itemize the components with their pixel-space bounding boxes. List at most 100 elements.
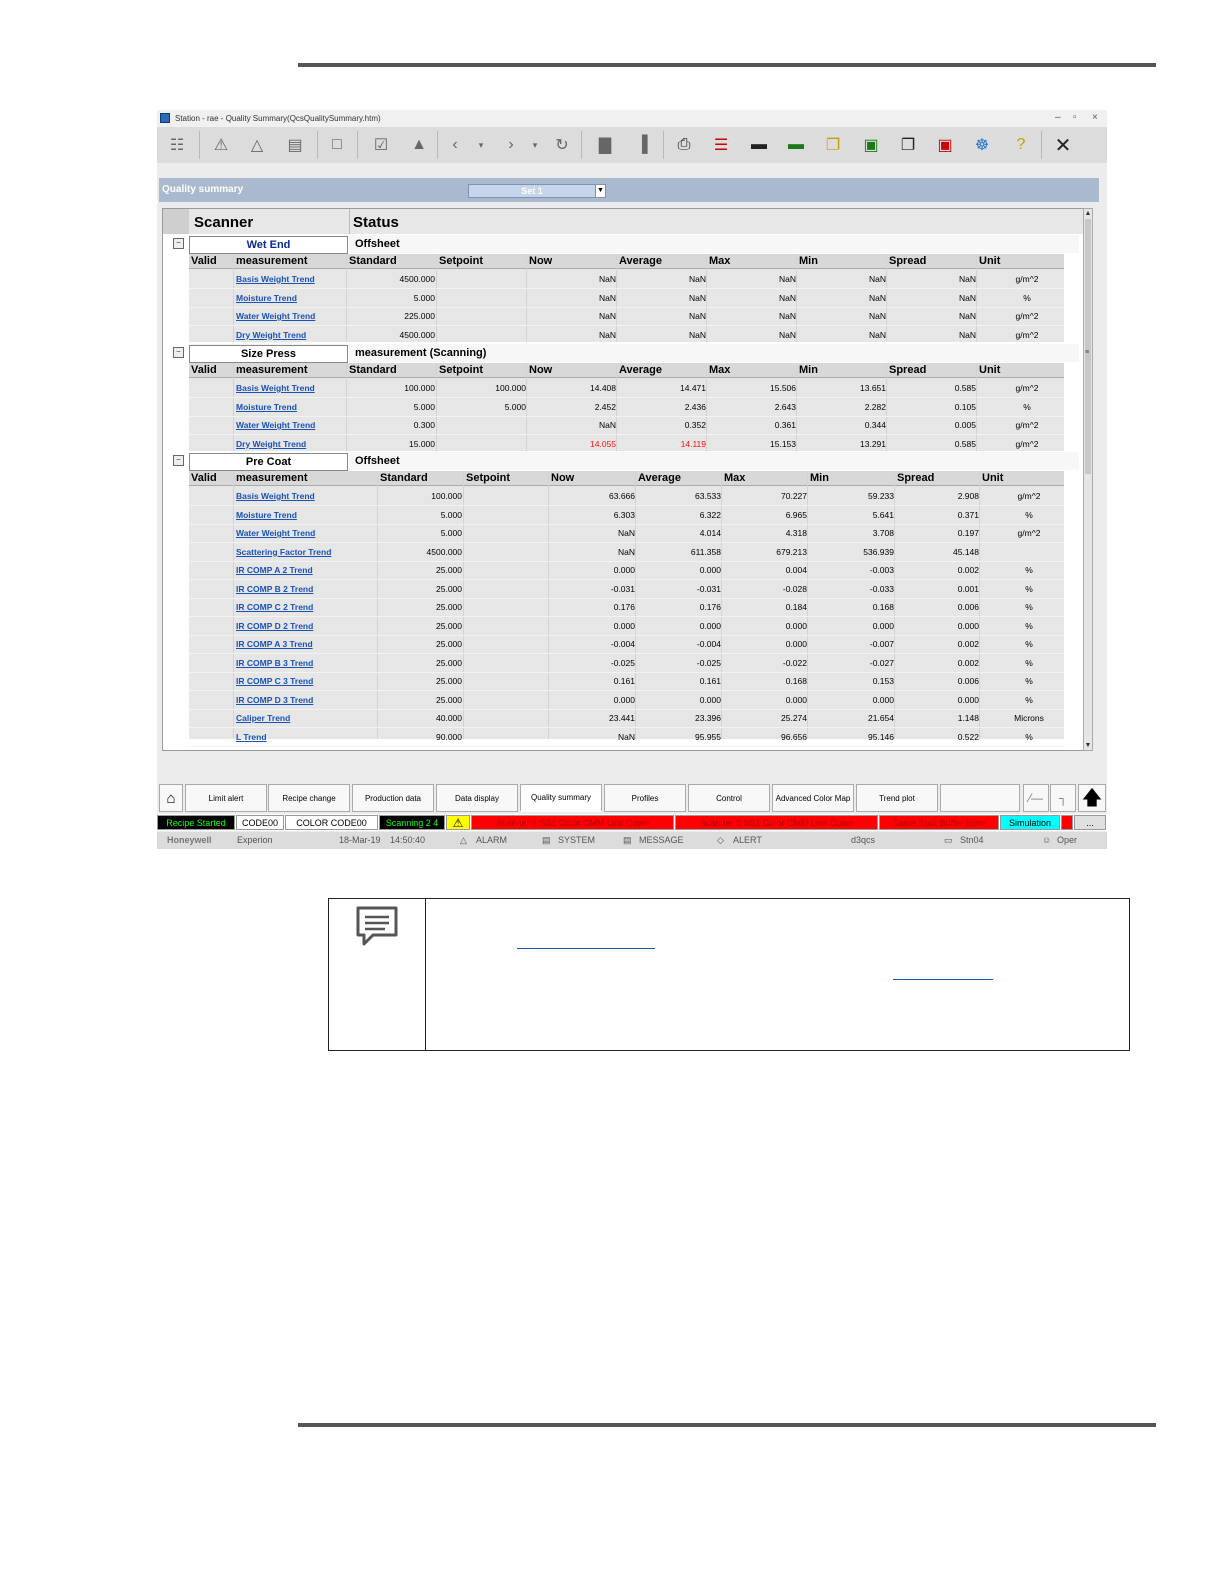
back-dropdown-icon[interactable]: ▾ [469,133,493,157]
message-icon[interactable]: ▤ [283,133,307,157]
measurement-link[interactable]: IR COMP D 2 Trend [236,621,313,631]
warning-icon[interactable]: ⚠ [446,815,470,830]
window-red-icon[interactable]: ▣ [933,133,957,157]
avg-cell: 0.176 [699,602,721,612]
measurement-link[interactable]: Basis Weight Trend [236,383,315,393]
status-indicator[interactable]: Same Spot Buffer Error [879,815,999,830]
empty-nav-button[interactable] [940,784,1020,812]
arrow-up-icon[interactable]: 🡅 [1078,784,1106,812]
nav-button-control[interactable]: Control [688,784,770,812]
column-header: Setpoint [439,255,483,267]
measurement-link[interactable]: IR COMP C 3 Trend [236,676,313,686]
now-cell: NaN [617,731,635,742]
alert-summary-icon[interactable]: △ [245,133,269,157]
avg-cell: 6.322 [699,509,721,520]
measurement-link[interactable]: Basis Weight Trend [236,491,315,501]
measurement-link[interactable]: Dry Weight Trend [236,439,306,449]
min-cell: 59.233 [868,491,894,501]
measurement-link[interactable]: Water Weight Trend [236,528,315,538]
collapse-icon[interactable]: − [173,455,184,466]
status-indicator[interactable]: Scanner 3 SS1 Color CMM Link Down [675,815,878,830]
measurement-link[interactable]: Water Weight Trend [236,420,315,430]
windows-icon[interactable]: ❐ [896,133,920,157]
station-window: Station - rae - Quality Summary(QcsQuali… [157,110,1107,849]
status-indicator[interactable]: Recipe Started [157,815,235,830]
measurement-link[interactable]: Scattering Factor Trend [236,547,331,557]
avg-cell: 611.358 [690,546,721,557]
silence-icon[interactable]: ▲ [407,133,431,157]
nav-button-quality-summary[interactable]: Quality summary [520,784,602,812]
help-icon[interactable]: ? [1009,133,1033,157]
forward-icon[interactable]: › [499,133,523,157]
monitor-green-icon[interactable]: ▬ [784,133,808,157]
folder-icon[interactable]: ❐ [821,133,845,157]
window-green-icon[interactable]: ▣ [859,133,883,157]
trend-icon[interactable]: ▇ [593,133,617,157]
measurement-link[interactable]: Moisture Trend [236,293,297,303]
measurement-link[interactable]: Moisture Trend [236,510,297,520]
status-indicator[interactable]: Scanning 2 4 [379,815,445,830]
status-indicator[interactable]: Simulation [1000,815,1060,830]
home-icon[interactable]: ⌂ [159,784,183,812]
checklist-icon[interactable]: ☰ [709,133,733,157]
group-icon[interactable]: ▐ [630,133,654,157]
restore-button[interactable]: ▫ [1073,112,1077,123]
set-selector[interactable]: Set 1 ▼ [468,184,606,198]
scroll-up-icon[interactable]: ▲ [1084,209,1092,218]
measurement-link[interactable]: IR COMP A 3 Trend [236,639,313,649]
footer-alarm[interactable]: ALARM [476,835,507,845]
collapse-icon[interactable]: − [173,238,184,249]
nav-button-production-data[interactable]: Production data [352,784,434,812]
print-icon[interactable]: ⎙ [672,133,696,157]
status-indicator[interactable] [1061,815,1073,830]
monitor-red-icon[interactable]: ▬ [747,133,771,157]
close-window-button[interactable]: × [1092,112,1098,123]
measurement-link[interactable]: IR COMP B 2 Trend [236,584,313,594]
status-indicator[interactable]: ... [1074,815,1106,830]
min-cell: 2.282 [864,401,886,412]
hierarchy-icon[interactable]: ☷ [165,133,189,157]
note-link-2[interactable] [893,979,993,980]
measurement-link[interactable]: IR COMP D 3 Trend [236,695,313,705]
vertical-scrollbar[interactable]: ▲ ≡ ▼ [1083,208,1093,751]
note-link[interactable] [517,948,655,949]
acknowledge-icon[interactable]: ☑ [369,133,393,157]
measurement-link[interactable]: Water Weight Trend [236,311,315,321]
nav-button-advanced-color-map[interactable]: Advanced Color Map [772,784,854,812]
measurement-link[interactable]: Basis Weight Trend [236,274,315,284]
scroll-thumb[interactable] [1085,219,1091,474]
status-indicator[interactable]: Scanner 4 SS1 Color CMM Link Down [471,815,674,830]
measurement-link[interactable]: Moisture Trend [236,402,297,412]
scroll-down-icon[interactable]: ▼ [1084,741,1092,750]
now-cell: -0.031 [610,583,635,594]
back-icon[interactable]: ‹ [443,133,467,157]
footer-alert[interactable]: ALERT [733,835,762,845]
chevron-down-icon[interactable]: ▼ [595,185,605,197]
alarm-summary-icon[interactable]: ⚠ [209,133,233,157]
measurement-link[interactable]: IR COMP A 2 Trend [236,565,313,575]
nav-button-profiles[interactable]: Profiles [604,784,686,812]
measurement-link[interactable]: IR COMP B 3 Trend [236,658,313,668]
close-icon[interactable]: ✕ [1051,133,1075,157]
help-globe-icon[interactable]: ☸ [970,133,994,157]
refresh-icon[interactable]: ↻ [550,133,574,157]
measurement-link[interactable]: Caliper Trend [236,713,290,723]
status-indicator[interactable]: CODE00 [236,815,284,830]
nav-button-trend-plot[interactable]: Trend plot [856,784,938,812]
footer-system[interactable]: SYSTEM [558,835,595,845]
nav-button-data-display[interactable]: Data display [436,784,518,812]
measurement-link[interactable]: Dry Weight Trend [236,330,306,340]
diagonal-line-icon[interactable]: ⁄— [1023,784,1049,812]
measurement-link[interactable]: L Trend [236,732,267,742]
corner-line-icon[interactable]: ┐ [1050,784,1076,812]
measurement-link[interactable]: IR COMP C 2 Trend [236,602,313,612]
nav-button-recipe-change[interactable]: Recipe change [268,784,350,812]
nav-button-limit-alert[interactable]: Limit alert [185,784,267,812]
column-header: Spread [889,364,927,376]
collapse-icon[interactable]: − [173,347,184,358]
minimize-button[interactable]: – [1055,112,1061,123]
footer-message[interactable]: MESSAGE [639,835,684,845]
status-indicator[interactable]: COLOR CODE00 [285,815,378,830]
display-icon[interactable]: □ [325,133,349,157]
forward-dropdown-icon[interactable]: ▾ [523,133,547,157]
